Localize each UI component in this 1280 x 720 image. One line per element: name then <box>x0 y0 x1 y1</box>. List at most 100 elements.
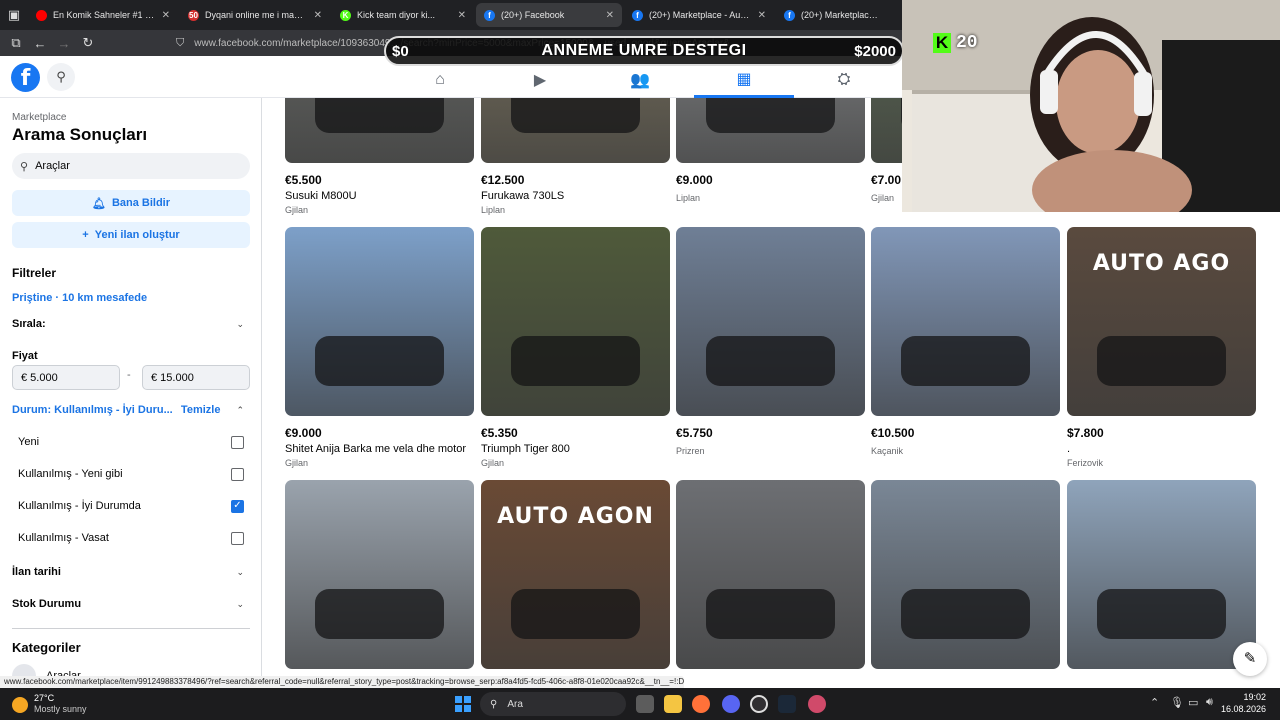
forward-icon[interactable]: → <box>52 31 76 55</box>
notify-button[interactable]: 🔔︎ Bana Bildir <box>12 190 250 216</box>
reload-icon[interactable]: ↻ <box>76 31 100 55</box>
stream-donation-overlay: $0 ANNEME UMRE DESTEGI $2000 <box>384 36 904 66</box>
vehicle-shape <box>706 98 835 133</box>
condition-option[interactable]: Kullanılmış - İyi Durumda ✓ <box>18 496 244 516</box>
clear-filter-link[interactable]: Temizle <box>181 404 221 416</box>
start-button-icon[interactable] <box>455 696 471 712</box>
location-filter-link[interactable]: Priştine · 10 km mesafede <box>12 292 147 304</box>
site-info-icon[interactable]: ⛉ <box>176 37 184 50</box>
weather-description[interactable]: Mostly sunny <box>34 704 87 714</box>
video-nav-icon[interactable]: ▶ <box>490 62 590 98</box>
listing-card[interactable]: €5.750 Prizren <box>676 227 865 456</box>
browser-tab[interactable]: f (20+) Facebook ✕ <box>476 3 622 27</box>
listing-card[interactable] <box>285 480 474 678</box>
steam-icon[interactable] <box>778 695 796 713</box>
sailboat-photo[interactable] <box>285 227 474 416</box>
microphone-icon[interactable]: 🎙︎ <box>1170 696 1184 709</box>
marketplace-sidebar: Marketplace Arama Sonuçları ⚲ Araçlar 🔔︎… <box>0 98 262 678</box>
discord-icon[interactable] <box>722 695 740 713</box>
sort-dropdown[interactable]: Sırala: ⌄ <box>12 314 250 334</box>
listing-card[interactable]: AUTO AGON <box>481 480 670 678</box>
condition-option[interactable]: Kullanılmış - Vasat <box>18 528 244 548</box>
kick-logo-icon: K <box>933 33 951 53</box>
chevron-down-icon: ⌄ <box>236 566 244 577</box>
taskbar-search[interactable]: ⚲ Ara <box>480 692 626 716</box>
network-icon[interactable]: ▭ <box>1188 696 1198 709</box>
weather-temperature[interactable]: 27°C <box>34 693 54 703</box>
condition-checkbox[interactable]: ✓ <box>231 499 244 513</box>
search-icon[interactable]: ⚲ <box>47 63 75 91</box>
listing-card[interactable]: €5.500 Susuki M800U Gjilan <box>285 98 474 215</box>
listing-date-dropdown[interactable]: İlan tarihi ⌄ <box>12 562 250 582</box>
ford-pickup-photo[interactable] <box>676 480 865 669</box>
gaming-nav-icon[interactable]: ⛭ <box>794 62 894 98</box>
condition-label: Yeni <box>18 436 40 448</box>
browser-tab[interactable]: f (20+) Marketplace - Audi q7 20 ✕ <box>624 3 774 27</box>
excavator-photo[interactable] <box>481 98 670 163</box>
close-tab-icon[interactable]: ✕ <box>458 10 466 21</box>
motorcycle-photo[interactable] <box>481 227 670 416</box>
sun-icon[interactable] <box>12 697 28 713</box>
marketplace-search-input[interactable]: ⚲ Araçlar <box>12 153 250 179</box>
stock-dropdown[interactable]: Stok Durumu ⌄ <box>12 594 250 614</box>
blue-truck-photo[interactable] <box>871 227 1060 416</box>
friends-nav-icon[interactable]: 👥 <box>590 62 690 98</box>
facebook-logo-icon[interactable]: f <box>11 63 40 92</box>
browser-tab[interactable]: f (20+) Marketplace - Mercedes <box>776 3 886 27</box>
obs-icon[interactable] <box>750 695 768 713</box>
sidebar-toggle-icon[interactable]: ⧉ <box>4 31 28 55</box>
listing-card[interactable]: €10.500 Kaçanik <box>871 227 1060 456</box>
listing-location: Gjilan <box>481 458 505 468</box>
home-nav-icon[interactable]: ⌂ <box>390 62 490 98</box>
clock-time[interactable]: 19:02 <box>1226 692 1266 702</box>
desktop-screen: ▣ En Komik Sahneler #1 | Düğün ✕ 50 Dyqani … <box>0 0 1280 720</box>
auto-ago-suv-photo[interactable]: AUTO AGO <box>1067 227 1256 416</box>
new-listing-button[interactable]: + Yeni ilan oluştur <box>12 222 250 248</box>
motorcycle-photo[interactable] <box>285 98 474 163</box>
condition-checkbox[interactable] <box>231 435 244 449</box>
price-label: Fiyat <box>12 350 38 362</box>
min-price-input[interactable]: € 5.000 <box>12 365 120 390</box>
condition-checkbox[interactable] <box>231 467 244 481</box>
black-coupe-photo[interactable] <box>285 480 474 669</box>
black-suv-photo[interactable] <box>871 480 1060 669</box>
close-tab-icon[interactable]: ✕ <box>162 10 170 21</box>
browser-tab[interactable]: K Kick team diyor ki... ✕ <box>332 3 474 27</box>
browser-icon[interactable] <box>808 695 826 713</box>
listing-card[interactable]: €5.800 <box>1067 480 1256 678</box>
compose-message-icon[interactable]: ✎ <box>1233 642 1267 676</box>
back-icon[interactable]: ← <box>28 31 52 55</box>
truck-photo[interactable] <box>676 98 865 163</box>
listing-card[interactable]: €12.500 Furukawa 730LS Liplan <box>481 98 670 215</box>
silver-golf-photo[interactable] <box>1067 480 1256 669</box>
volume-icon[interactable]: 🔊︎ <box>1206 696 1213 709</box>
condition-filter-header[interactable]: Durum: Kullanılmış - İyi Duru... Temizle… <box>12 400 250 420</box>
listing-card[interactable]: €5.350 Triumph Tiger 800 Gjilan <box>481 227 670 468</box>
listing-card[interactable]: €6.200 <box>871 480 1060 678</box>
listing-card[interactable]: AUTO AGO $7.800. Ferizovik <box>1067 227 1256 468</box>
close-tab-icon[interactable]: ✕ <box>606 10 614 21</box>
chevron-up-icon[interactable]: ⌃ <box>1150 696 1159 709</box>
condition-option[interactable]: Yeni <box>18 432 244 452</box>
listing-card[interactable]: €9.000 Shitet Anija Barka me vela dhe mot… <box>285 227 474 468</box>
vehicle-shape <box>706 589 835 639</box>
tab-menu-icon[interactable]: ▣ <box>0 0 28 30</box>
browser-tab[interactable]: 50 Dyqani online me i madh per te ✕ <box>180 3 330 27</box>
close-tab-icon[interactable]: ✕ <box>758 10 766 21</box>
file-explorer-icon[interactable] <box>664 695 682 713</box>
browser-tab[interactable]: En Komik Sahneler #1 | Düğün ✕ <box>28 3 178 27</box>
marketplace-nav-icon[interactable]: ▦ <box>694 62 794 98</box>
max-price-input[interactable]: € 15.000 <box>142 365 250 390</box>
listing-price: $7.800 <box>1067 426 1104 440</box>
listing-name: Triumph Tiger 800 <box>481 443 570 455</box>
condition-checkbox[interactable] <box>231 531 244 545</box>
close-tab-icon[interactable]: ✕ <box>314 10 322 21</box>
listing-card[interactable]: 11.200 <box>676 480 865 678</box>
bmw-sedan-photo[interactable] <box>676 227 865 416</box>
clock-date[interactable]: 16.08.2026 <box>1218 704 1266 714</box>
firefox-icon[interactable] <box>692 695 710 713</box>
auto-agon-bmw-photo[interactable]: AUTO AGON <box>481 480 670 669</box>
listing-card[interactable]: €9.000 Liplan <box>676 98 865 203</box>
condition-option[interactable]: Kullanılmış - Yeni gibi <box>18 464 244 484</box>
task-view-icon[interactable] <box>636 695 654 713</box>
